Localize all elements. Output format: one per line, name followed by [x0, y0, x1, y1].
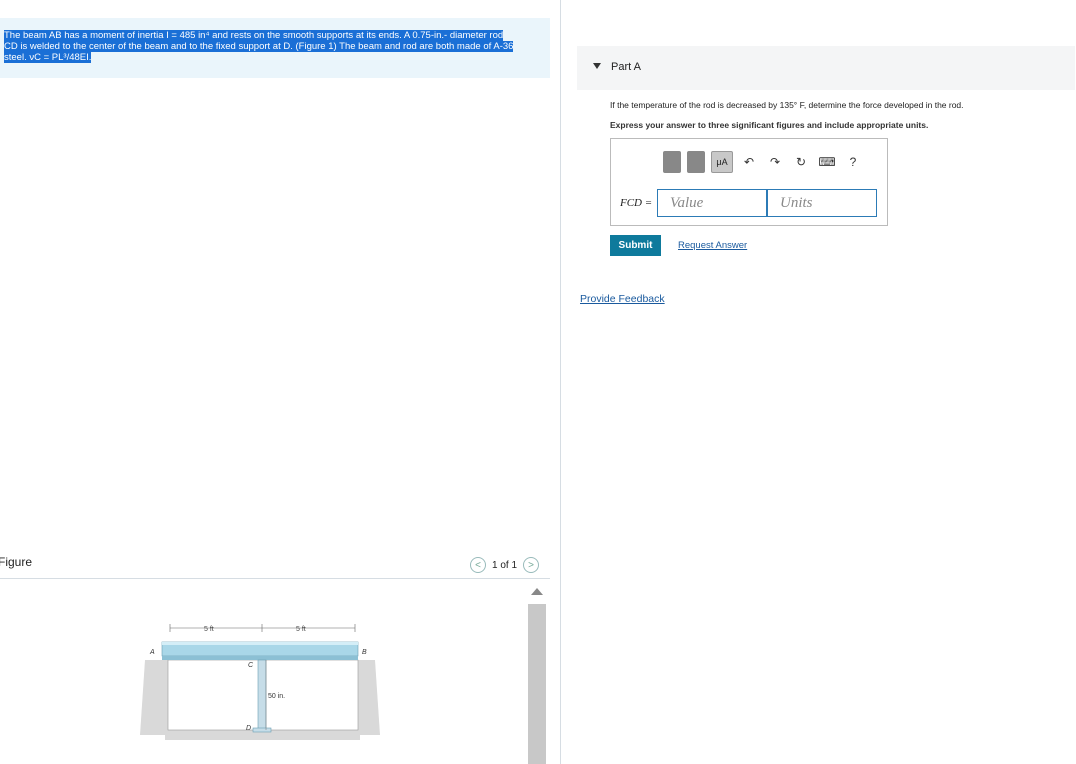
submit-button[interactable]: Submit [610, 235, 661, 256]
prev-figure-button[interactable]: < [470, 557, 486, 573]
rod-length-label: 50 in. [268, 693, 285, 700]
pager-count: 1 of 1 [492, 559, 518, 571]
left-panel: The beam AB has a moment of inertia I = … [0, 0, 560, 764]
template-icon[interactable] [663, 151, 681, 173]
instruction-text: Express your answer to three significant… [610, 120, 929, 130]
part-a-header[interactable] [577, 46, 1075, 90]
fraction-icon[interactable] [687, 151, 705, 173]
math-toolbar: μA ↶ ↷ ↻ ⌨ ? [663, 151, 863, 173]
scroll-up-icon[interactable] [531, 588, 543, 595]
help-icon[interactable]: ? [843, 155, 863, 169]
beam-diagram: 5 ft 5 ft A B C D 50 in. [140, 624, 380, 740]
problem-line-2: CD is welded to the center of the beam a… [4, 41, 514, 52]
next-figure-button[interactable]: > [523, 557, 540, 573]
keyboard-icon[interactable]: ⌨ [817, 155, 837, 169]
units-icon[interactable]: μA [711, 151, 733, 173]
redo-icon[interactable]: ↷ [765, 155, 785, 169]
units-input[interactable]: Units [767, 189, 877, 217]
figure-scrollbar[interactable] [526, 584, 548, 764]
problem-line-3: steel. νC = PL³/48EI. [4, 52, 92, 63]
label-b: B [362, 649, 367, 656]
request-answer-link[interactable]: Request Answer [678, 240, 747, 251]
reset-icon[interactable]: ↻ [791, 155, 811, 169]
provide-feedback-link[interactable]: Provide Feedback [580, 293, 665, 305]
dim-left: 5 ft [204, 626, 214, 633]
collapse-triangle-icon[interactable] [593, 63, 601, 69]
figure-pager: < 1 of 1 > [470, 557, 540, 573]
problem-line-1: The beam AB has a moment of inertia I = … [4, 30, 504, 41]
right-panel: Part A If the temperature of the rod is … [561, 0, 1076, 764]
dim-right: 5 ft [296, 626, 306, 633]
label-d: D [246, 725, 251, 732]
question-text: If the temperature of the rod is decreas… [610, 100, 964, 110]
part-a-title[interactable]: Part A [611, 61, 641, 73]
label-a: A [149, 649, 155, 656]
fcd-label: FCD = [620, 197, 653, 209]
value-input[interactable]: Value [657, 189, 767, 217]
figure-divider [0, 578, 550, 579]
scroll-thumb[interactable] [528, 604, 546, 764]
answer-box: μA ↶ ↷ ↻ ⌨ ? FCD = Value Units [610, 138, 888, 226]
problem-text: The beam AB has a moment of inertia I = … [4, 30, 540, 63]
undo-icon[interactable]: ↶ [739, 155, 759, 169]
figure-heading: Figure [0, 555, 33, 569]
